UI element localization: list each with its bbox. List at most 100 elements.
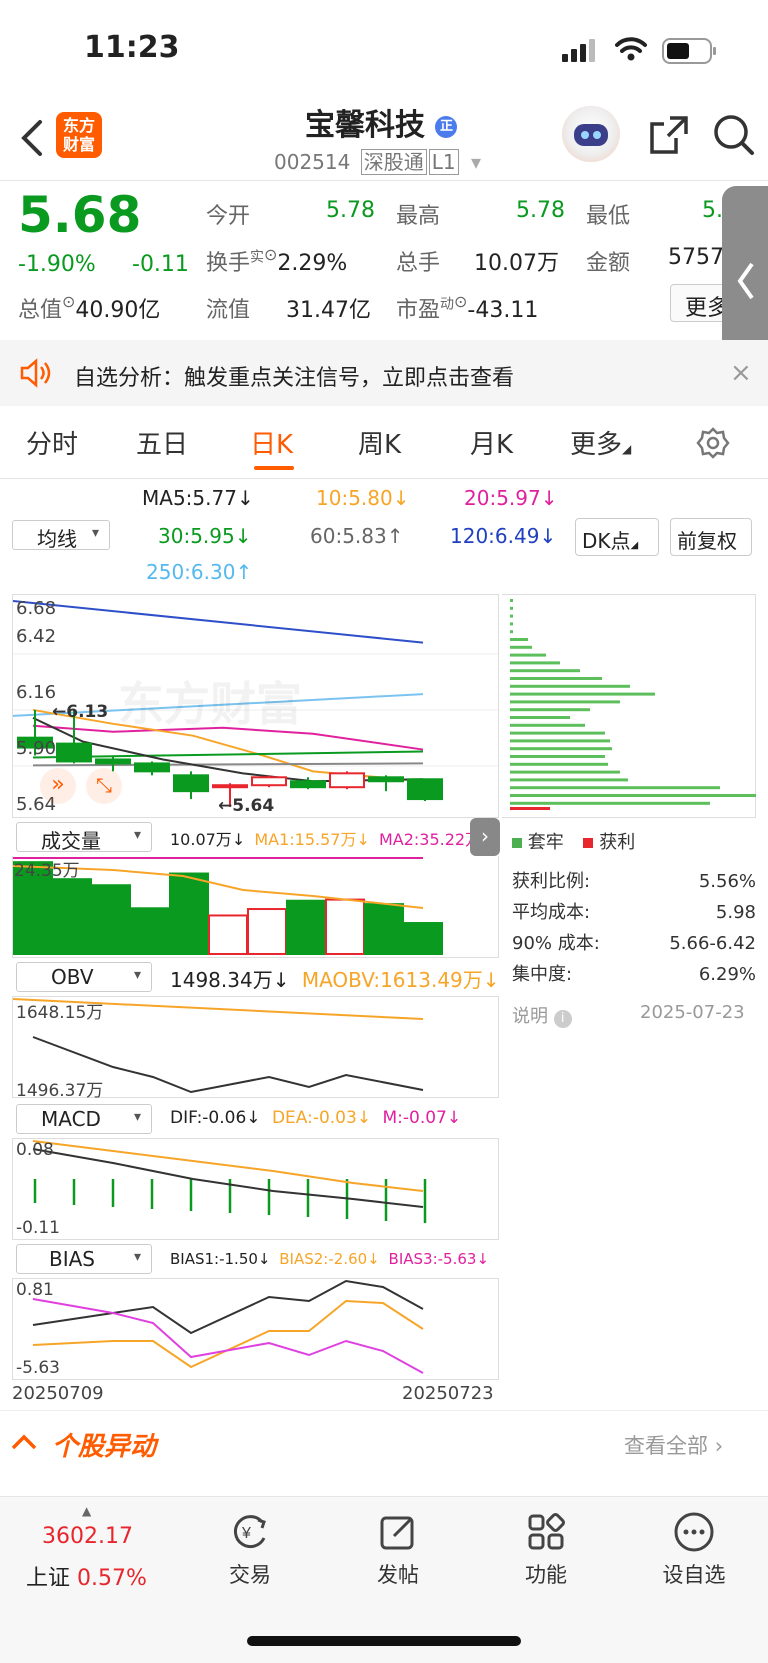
obv-y-top: 1648.15万 [16, 1003, 104, 1023]
banner-label: 自选分析： [74, 366, 185, 391]
float-label: 流值 [206, 298, 251, 323]
view-all-link[interactable]: 查看全部 › [624, 1430, 723, 1460]
date-end: 20250723 [402, 1383, 494, 1404]
index-row[interactable]: 上证 0.57% [26, 1560, 147, 1592]
header-divider [0, 180, 768, 181]
volume-y-label: 24.35万 [14, 861, 80, 881]
tab-monthly-k[interactable]: 月K [470, 424, 513, 461]
obv-indicator-row: 1498.34万↓ MAOBV:1613.49万↓ [170, 964, 500, 993]
market-tag: 深股通 [360, 149, 427, 175]
post-edit-icon [380, 1516, 414, 1550]
banner-text[interactable]: 自选分析：触发重点关注信号，立即点击查看 [74, 360, 514, 392]
chevron-right-icon: › [714, 1434, 724, 1458]
bias-select[interactable]: BIAS [16, 1244, 152, 1274]
nav-function-label: 功能 [525, 1563, 567, 1587]
open-label: 今开 [206, 204, 251, 229]
share-icon[interactable] [648, 114, 690, 160]
nav-add-fav-label: 设自选 [662, 1563, 726, 1587]
low-value: 5. [702, 198, 723, 223]
arrow-down-icon: ↓ [539, 524, 557, 548]
low-marker: ←5.64 [218, 796, 275, 816]
volume-select[interactable]: 成交量 [16, 822, 152, 853]
status-time: 11:23 [84, 30, 180, 65]
candle-body [134, 762, 170, 773]
chip-note[interactable]: 说明 i [512, 1002, 572, 1028]
caret-icon: ◢ [622, 442, 632, 456]
obv-select[interactable]: OBV [16, 962, 152, 992]
info-icon[interactable]: i [553, 1010, 572, 1028]
chevron-up-icon[interactable] [10, 1430, 38, 1458]
volume-bar [364, 903, 404, 955]
volume-bar [91, 884, 131, 956]
ma5-value: MA5:5.77↓ [142, 486, 254, 510]
chip-note-label: 说明 [512, 1006, 548, 1027]
ma250-text: 250:6.30 [146, 560, 236, 584]
macd-m: M:-0.07 [382, 1108, 447, 1128]
macd-chart[interactable] [13, 1139, 498, 1239]
tab-daily-k[interactable]: 日K [250, 424, 293, 461]
nav-post[interactable]: 发帖 [338, 1510, 458, 1589]
chevron-right-icon[interactable]: › [470, 818, 500, 856]
trap-swatch [512, 838, 522, 848]
arrow-down-icon: ↓ [476, 1250, 490, 1268]
volume-bar [208, 914, 248, 955]
volume-panel[interactable] [12, 856, 499, 958]
fullscreen-icon[interactable]: ⤡ [86, 768, 122, 804]
nav-function[interactable]: 功能 [486, 1510, 606, 1589]
bias-panel[interactable] [12, 1278, 499, 1380]
expand-icon[interactable]: » [40, 768, 76, 804]
candle-body [95, 758, 131, 765]
candle-body [368, 776, 404, 783]
battery-icon [662, 38, 718, 68]
bias-chart[interactable] [13, 1279, 498, 1379]
adjust-button[interactable]: 前复权 [670, 518, 752, 556]
obv-value: 1498.34万 [170, 968, 273, 992]
tab-weekly-k[interactable]: 周K [358, 424, 401, 461]
dk-button[interactable]: DK点◢ [575, 518, 659, 556]
chip-bar [510, 755, 605, 758]
info-dots-icon[interactable]: ⊙ [264, 245, 277, 264]
macd-panel[interactable] [12, 1138, 499, 1240]
robot-avatar-icon[interactable] [562, 106, 620, 162]
settings-gear-icon[interactable] [696, 426, 730, 464]
more-button[interactable]: 更多 [670, 284, 730, 322]
chip-bar [510, 739, 610, 743]
volume-bar [286, 899, 326, 955]
nav-add-fav[interactable]: 设自选 [634, 1510, 754, 1589]
volume-chart[interactable] [13, 856, 498, 956]
close-icon[interactable]: × [730, 358, 752, 388]
chip-value: 5.98 [715, 902, 756, 923]
arrow-down-icon: ↓ [367, 1250, 380, 1268]
legend-trap: 套牢 [527, 832, 564, 853]
macd-select[interactable]: MACD [16, 1104, 152, 1134]
amount-value: 5757 [668, 245, 724, 270]
back-icon[interactable] [18, 118, 44, 162]
ma120-value: 120:6.49↓ [450, 524, 556, 548]
arrow-down-icon: ↓ [234, 524, 252, 548]
chevron-down-icon[interactable]: ▾ [471, 150, 481, 174]
tab-more[interactable]: 更多◢ [570, 424, 631, 461]
ma250-value: 250:6.30↑ [146, 560, 252, 584]
stock-title: 宝馨科技 正 [305, 100, 458, 144]
index-value[interactable]: 3602.17 [42, 1524, 133, 1549]
ma120-text: 120:6.49 [450, 524, 540, 548]
info-dots-icon[interactable]: ⊙ [454, 292, 467, 311]
speaker-icon [18, 358, 54, 392]
info-dots-icon[interactable]: ⊙ [62, 292, 75, 311]
search-icon[interactable] [712, 112, 756, 162]
legend-profit: 获利 [599, 832, 636, 853]
bias1: BIAS1:-1.50 [170, 1250, 258, 1268]
nav-trade[interactable]: ¥ 交易 [190, 1510, 310, 1589]
ma-select[interactable]: 均线 [12, 520, 110, 551]
chip-distribution-chart [510, 599, 760, 810]
kline-watermark: 东方财富 [118, 677, 302, 731]
index-pct: 0.57% [77, 1566, 147, 1591]
ma20-value: 20:5.97↓ [464, 486, 557, 510]
level-tag: L1 [428, 149, 459, 175]
volume-value: 10.07万 [474, 251, 559, 276]
pe: 市盈动⊙-43.11 [396, 292, 538, 324]
volume-bar [169, 872, 209, 955]
tab-five-day[interactable]: 五日 [136, 424, 188, 461]
tab-intraday[interactable]: 分时 [26, 424, 78, 461]
nav-post-label: 发帖 [377, 1563, 419, 1587]
